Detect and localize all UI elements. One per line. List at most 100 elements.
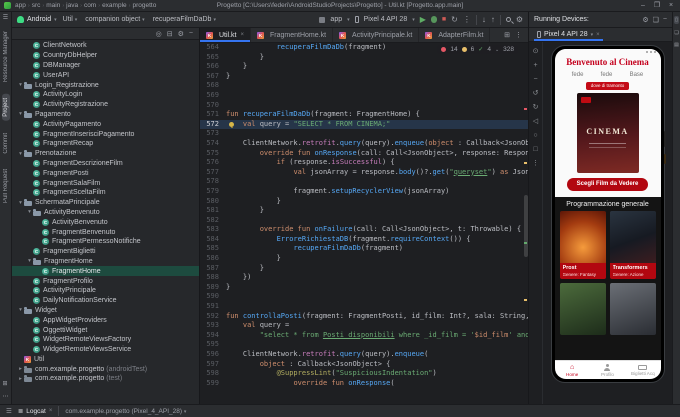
app-tab[interactable]: fede [601,72,613,78]
breadcrumb-item[interactable]: app [15,2,26,9]
code-line[interactable]: 599 override fun onResponse( [200,379,528,389]
tree-item[interactable]: ▸ com.example.progetto (androidTest) [12,364,199,374]
code-line[interactable]: 593 val query = [200,321,528,331]
code-line[interactable]: 570 [200,101,528,111]
tree-item[interactable]: C ActivityRegistrazione [12,100,199,110]
hide-panel-icon[interactable]: − [189,30,193,37]
expand-arrow-icon[interactable]: ▾ [26,209,33,215]
code-line[interactable]: 583 override fun onFailure(call: Call<Js… [200,225,528,235]
device-tab[interactable]: Pixel 4 API 28 ▾ × [534,28,603,41]
app-tab[interactable]: Base [630,72,644,78]
logcat-process-selector[interactable]: com.example.progetto (Pixel_4_API_28) ▾ [65,408,186,415]
code-line[interactable]: 566 } [200,62,528,72]
volume-up-icon[interactable]: + [533,62,537,69]
run-config-selector[interactable]: app [330,16,342,23]
home-icon[interactable]: ○ [533,132,537,139]
device-selector[interactable]: Pixel 4 API 28 [364,16,408,23]
minimize-button[interactable]: – [636,0,650,11]
panel-settings-icon[interactable]: ⚙ [642,16,648,24]
code-view[interactable]: 564 recuperaFilmDaDb(fragment) 565 } 566 }… [200,43,528,404]
expand-arrow-icon[interactable]: ▾ [26,258,33,264]
expand-arrow-icon[interactable]: ▾ [17,200,24,206]
code-line[interactable]: 594 "select * from Posti_disponibili whe… [200,331,528,341]
code-line[interactable]: 585 recuperaFilmDaDb(fragment) [200,244,528,254]
code-line[interactable]: 567} [200,72,528,82]
tree-item[interactable]: C DBManager [12,61,199,71]
tool-window-tab-commit[interactable]: Commit [2,129,10,158]
tool-window-tab-pull-request[interactable]: Pull Request [2,165,10,207]
build-icon[interactable]: ⊞ [3,380,9,387]
choose-film-button[interactable]: Scegli Film da Vedere [566,178,649,191]
movie-card[interactable] [559,283,606,335]
tool-window-tab-project[interactable]: Project [1,94,10,121]
tree-item[interactable]: C ActivityLogin [12,90,199,100]
code-line[interactable]: 580 } [200,197,528,207]
tree-item[interactable]: C FragmentHome [12,266,199,277]
more-tools-icon[interactable]: ⋯ [3,393,9,400]
git-push-icon[interactable]: ↑ [491,15,495,24]
code-line[interactable]: 571 fun recuperaFilmDaDb(fragment: Fragme… [200,110,528,120]
code-line[interactable]: 565 } [200,53,528,63]
collapse-all-icon[interactable]: ⊟ [167,30,173,38]
tree-item[interactable]: C FragmentPosti [12,168,199,178]
featured-chip[interactable]: dove di tramonto [585,82,630,90]
logcat-tab[interactable]: ≣ Logcat × [18,407,53,416]
code-line[interactable]: 596 ClientNetwork.retrofit.query(query).… [200,350,528,360]
tree-item[interactable]: C FragmentSceltaFilm [12,188,199,198]
code-breadcrumb-chip[interactable]: Util ▾ [63,16,78,23]
code-line[interactable]: 589} [200,283,528,293]
tool-window-tab-resource-manager[interactable]: Resource Manager [2,27,10,86]
expand-arrow-icon[interactable]: ▾ [17,111,24,117]
code-line[interactable]: 575 override fun onResponse(call: Call<J… [200,149,528,159]
expand-arrow-icon[interactable]: ▾ [17,151,24,157]
tree-item[interactable]: ▾ Prenotazione [12,149,199,159]
tree-item[interactable]: C FragmentSalaFilm [12,178,199,188]
code-line[interactable]: 588 }) [200,273,528,283]
tree-item[interactable]: C WidgetRemoteViewsFactory [12,335,199,345]
tree-item[interactable]: ▾ ActivityBenvenuto [12,208,199,218]
volume-down-icon[interactable]: − [533,76,537,83]
git-update-icon[interactable]: ↓ [482,15,486,24]
close-button[interactable]: × [664,0,678,11]
code-line[interactable]: 577 val jsonArray = response.body()?.get… [200,168,528,178]
code-line[interactable]: 587 } [200,264,528,274]
code-line[interactable]: 578 [200,177,528,187]
close-icon[interactable]: × [596,32,600,38]
breadcrumb-item[interactable]: src [32,2,41,9]
code-line[interactable]: 572 val query = "SELECT * FROM CINEMA;" [200,119,528,130]
code-breadcrumb-chip[interactable]: recuperaFilmDaDb ▾ [153,16,216,23]
expand-arrow-icon[interactable]: ▾ [17,82,24,88]
overview-icon[interactable]: □ [533,146,537,153]
stop-button[interactable]: ■ [442,16,446,24]
editor-body[interactable]: 564 recuperaFilmDaDb(fragment) 565 } 566 }… [200,43,528,404]
breadcrumb-item[interactable]: example [102,2,127,9]
menu-icon[interactable]: ☰ [6,407,12,415]
code-line[interactable]: 598 @SuppressLint("SuspiciousIndentation… [200,369,528,379]
editor-tab[interactable]: K FragmentHome.kt [251,28,334,42]
code-line[interactable]: 591 [200,302,528,312]
editor-tab[interactable]: K ActivityPrincipale.kt [333,28,420,42]
close-icon[interactable]: × [49,408,53,414]
code-line[interactable]: 569 [200,91,528,101]
maximize-button[interactable]: ❐ [650,0,664,11]
expand-arrow-icon[interactable]: ▸ [17,366,24,372]
breadcrumb-item[interactable]: main [46,2,60,9]
search-icon[interactable] [505,17,511,22]
tree-item[interactable]: C WidgetRemoteViewsService [12,345,199,355]
app-tab[interactable]: fede [572,72,584,78]
tree-item[interactable]: C FragmentProfilo [12,276,199,286]
code-line[interactable]: 590 [200,292,528,302]
code-line[interactable]: 581 } [200,206,528,216]
tree-item[interactable]: ▸ com.example.progetto (test) [12,374,199,384]
project-view-selector[interactable]: Android ▾ [17,16,57,23]
nav-item-home[interactable]: ⌂ Home [555,361,590,379]
tree-item[interactable]: C ActivityBenvenuto [12,217,199,227]
code-line[interactable]: 568 [200,81,528,91]
tree-item[interactable]: C ClientNetwork [12,41,199,51]
scrollbar-thumb[interactable] [523,194,528,257]
movie-card[interactable]: Transformers Genere: Azione [609,211,656,279]
editor-options-icon[interactable]: ⋮ [515,31,522,39]
tree-item[interactable]: C ActivityPagamento [12,119,199,129]
code-line[interactable]: 579 fragment.setupRecyclerView(jsonArray… [200,187,528,197]
movie-card[interactable]: Prost Genere: Fantasy [559,211,606,279]
